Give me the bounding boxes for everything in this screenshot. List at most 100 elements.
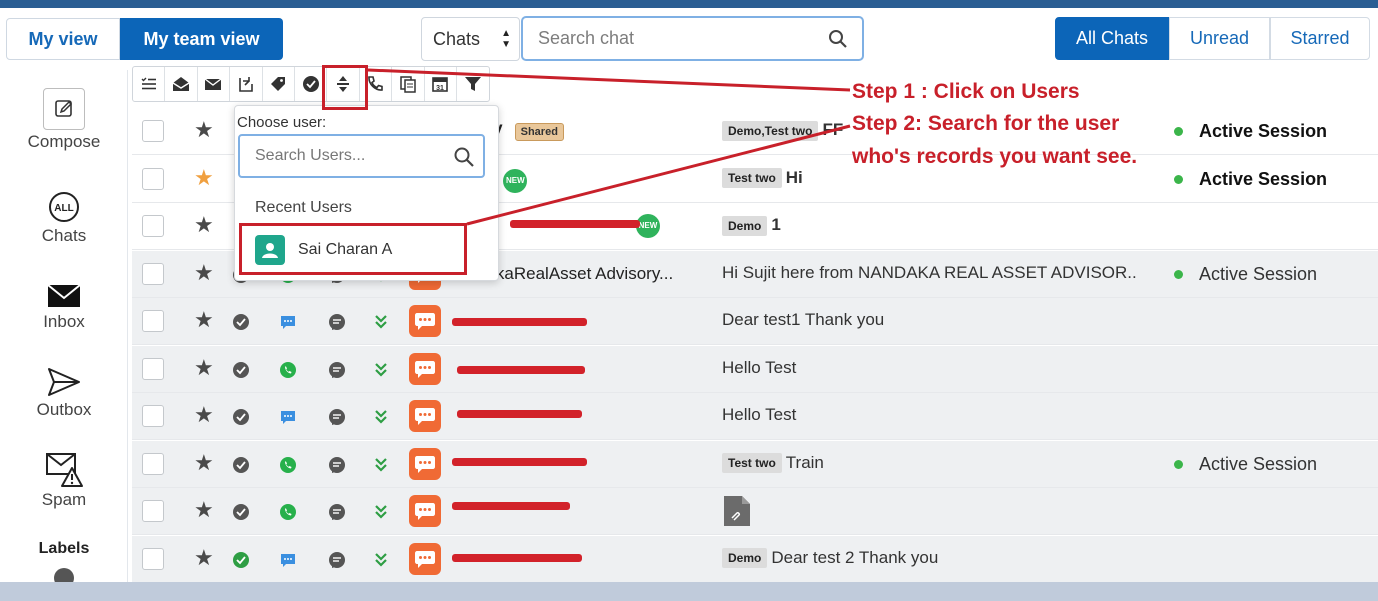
message-preview: Test two Train xyxy=(722,453,824,474)
toolbar-documents-button[interactable] xyxy=(392,67,425,101)
search-chat-input[interactable]: Search chat xyxy=(521,16,864,61)
sidebar-item-chats[interactable]: ALL Chats xyxy=(0,190,128,246)
double-chevron-down-icon[interactable] xyxy=(372,361,390,379)
sidebar-item-compose[interactable]: Compose xyxy=(0,88,128,152)
chat-avatar-icon xyxy=(409,305,441,337)
star-icon[interactable]: ★ xyxy=(194,214,214,236)
redacted-phone-number xyxy=(457,365,585,374)
star-icon[interactable]: ★ xyxy=(194,261,214,284)
sidebar-item-spam[interactable]: Spam xyxy=(0,450,128,510)
select-arrows-icon: ▲ ▼ xyxy=(501,28,511,50)
check-circle-icon xyxy=(233,409,249,425)
message-preview: Test two Hi xyxy=(722,168,803,189)
toolbar-date-button[interactable]: 31 xyxy=(425,67,457,101)
message-preview: Demo Dear test 2 Thank you xyxy=(722,548,938,569)
double-chevron-down-icon[interactable] xyxy=(372,503,390,521)
label-chip: Demo xyxy=(722,548,768,569)
active-dot-icon xyxy=(1174,174,1183,184)
session-status-text: Active Session xyxy=(1199,121,1328,141)
sidebar-item-inbox[interactable]: Inbox xyxy=(0,282,128,332)
star-icon[interactable]: ★ xyxy=(194,451,214,474)
message-preview-text: Hi Sujit here from NANDAKA REAL ASSET AD… xyxy=(722,262,1137,282)
row-checkbox[interactable] xyxy=(142,547,164,570)
search-users-input[interactable]: Search Users... xyxy=(238,134,485,178)
active-dot-icon xyxy=(1174,269,1183,279)
my-team-view-tab[interactable]: My team view xyxy=(120,18,283,60)
chat-row[interactable]: ★ Hello Test xyxy=(132,393,1378,440)
new-badge: NEW xyxy=(503,168,528,193)
attachment-file-icon[interactable] xyxy=(722,494,752,528)
label-chip: Demo,Test two xyxy=(722,120,819,141)
double-chevron-down-icon[interactable] xyxy=(372,551,390,569)
message-preview-text: Dear test1 Thank you xyxy=(722,310,885,329)
row-checkbox[interactable] xyxy=(142,120,164,142)
toolbar-label-button[interactable] xyxy=(263,67,295,101)
row-checkbox[interactable] xyxy=(142,262,164,285)
session-status: Active Session xyxy=(1174,264,1317,285)
message-preview-text: FF xyxy=(822,120,844,139)
sidebar-label-outbox: Outbox xyxy=(36,400,92,419)
tab-all-chats[interactable]: All Chats xyxy=(1055,17,1169,60)
check-circle-icon xyxy=(233,456,249,473)
all-chats-icon: ALL xyxy=(49,192,79,222)
star-icon[interactable]: ★ xyxy=(194,166,214,189)
session-status: Active Session xyxy=(1174,169,1327,190)
row-checkbox[interactable] xyxy=(142,215,164,237)
tab-starred[interactable]: Starred xyxy=(1270,17,1370,60)
redacted-phone-number xyxy=(452,318,587,326)
tab-unread[interactable]: Unread xyxy=(1169,17,1270,60)
search-chat-placeholder: Search chat xyxy=(538,28,635,48)
row-checkbox[interactable] xyxy=(142,357,164,380)
message-preview-text: Train xyxy=(785,452,824,472)
calendar-icon: 31 xyxy=(432,77,449,92)
star-icon[interactable]: ★ xyxy=(194,119,214,141)
chat-row[interactable]: ★ Demo Dear test 2 Thank you xyxy=(132,535,1378,583)
chat-row[interactable]: ★ Dear test1 Thank you xyxy=(132,298,1378,345)
whatsapp-icon xyxy=(280,504,296,520)
chat-row[interactable]: ★ Hello Test xyxy=(132,345,1378,393)
toolbar-select-list-button[interactable] xyxy=(133,67,166,101)
my-view-tab[interactable]: My view xyxy=(6,18,120,60)
filter-icon xyxy=(465,77,482,91)
star-icon[interactable]: ★ xyxy=(194,309,214,331)
row-checkbox[interactable] xyxy=(142,405,164,427)
sidebar-label-chats: Chats xyxy=(41,226,87,245)
chat-type-select-value: Chats xyxy=(433,28,481,49)
phone-icon xyxy=(368,76,384,91)
row-checkbox[interactable] xyxy=(142,167,164,190)
toolbar-move-button[interactable] xyxy=(230,67,263,101)
session-status-text: Active Session xyxy=(1199,453,1318,474)
contact-name-text: dakaRealAsset Advisory... xyxy=(477,263,674,283)
toolbar-filter-button[interactable] xyxy=(457,67,489,101)
sidebar-label-compose: Compose xyxy=(27,132,101,151)
message-preview: Demo 1 xyxy=(722,215,781,236)
step2-annotation-line2: who's records you want see. xyxy=(852,145,1138,168)
svg-text:31: 31 xyxy=(436,85,444,92)
toolbar-mark-read-button[interactable] xyxy=(165,67,198,101)
session-status: Active Session xyxy=(1174,454,1317,475)
chat-type-select[interactable]: Chats ▲ ▼ xyxy=(421,17,520,61)
row-checkbox[interactable] xyxy=(142,452,164,475)
open-envelope-icon xyxy=(172,77,190,91)
toolbar-mark-unread-button[interactable] xyxy=(198,67,231,101)
row-checkbox[interactable] xyxy=(142,500,164,522)
search-icon[interactable] xyxy=(828,29,848,49)
chat-row[interactable]: ★ Test two Train Active Session xyxy=(132,440,1378,488)
double-chevron-down-icon[interactable] xyxy=(372,456,390,474)
star-icon[interactable]: ★ xyxy=(194,404,214,426)
double-chevron-down-icon[interactable] xyxy=(372,408,390,426)
sidebar-item-outbox[interactable]: Outbox xyxy=(0,366,128,420)
double-chevron-down-icon[interactable] xyxy=(372,313,390,331)
checklist-icon xyxy=(141,77,156,90)
label-chip: Demo xyxy=(722,215,768,236)
chat-row[interactable]: ★ xyxy=(132,488,1378,535)
redacted-phone-number xyxy=(452,553,582,562)
star-icon[interactable]: ★ xyxy=(194,499,214,521)
sms-icon xyxy=(281,411,295,424)
row-checkbox[interactable] xyxy=(142,310,164,332)
message-icon xyxy=(329,409,345,425)
search-icon[interactable] xyxy=(453,146,475,168)
star-icon[interactable]: ★ xyxy=(194,356,214,379)
resolved-check-icon xyxy=(233,551,249,568)
star-icon[interactable]: ★ xyxy=(194,546,214,569)
